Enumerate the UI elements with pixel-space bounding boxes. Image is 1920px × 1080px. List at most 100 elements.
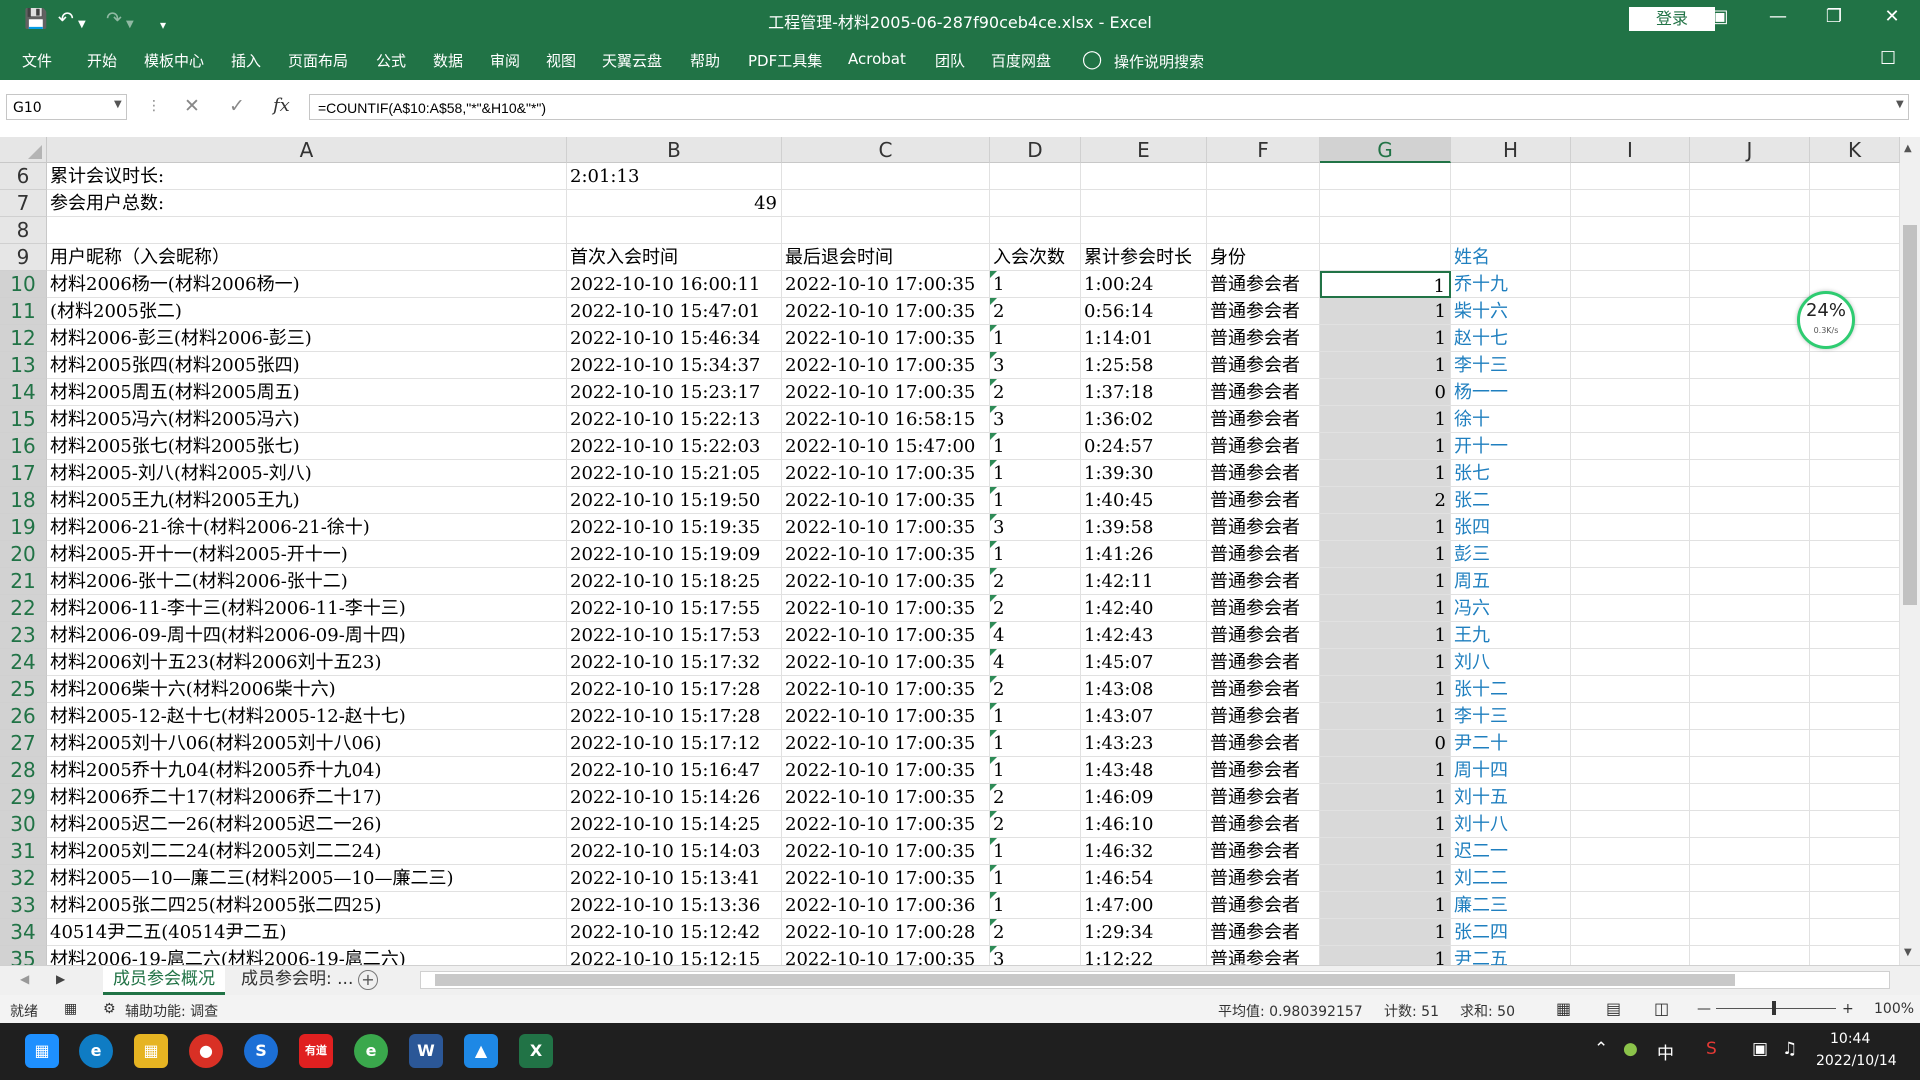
cancel-icon[interactable]: ✕ bbox=[184, 95, 200, 117]
cell-j[interactable] bbox=[1690, 460, 1810, 487]
cell-nickname[interactable]: 材料2005—10—廉二三(材料2005—10—廉二三) bbox=[47, 865, 567, 892]
tab-insert[interactable]: 插入 bbox=[231, 50, 261, 71]
cell-k[interactable] bbox=[1810, 541, 1900, 568]
cell-name[interactable]: 张二四 bbox=[1451, 919, 1571, 946]
active-cell-g10[interactable]: 1 bbox=[1320, 271, 1451, 298]
cell-duration[interactable]: 1:39:30 bbox=[1081, 460, 1207, 487]
cell-nickname[interactable]: 40514尹二五(40514尹二五) bbox=[47, 919, 567, 946]
cell-nickname[interactable]: 材料2005周五(材料2005周五) bbox=[47, 379, 567, 406]
cell-name[interactable]: 杨一一 bbox=[1451, 379, 1571, 406]
cell-k[interactable] bbox=[1810, 352, 1900, 379]
cell-role[interactable]: 普通参会者 bbox=[1207, 460, 1320, 487]
cell-role[interactable]: 普通参会者 bbox=[1207, 487, 1320, 514]
cell-role[interactable]: 普通参会者 bbox=[1207, 892, 1320, 919]
vertical-scrollbar[interactable]: ▲ ▼ bbox=[1900, 137, 1920, 965]
tab-formulas[interactable]: 公式 bbox=[376, 50, 406, 71]
row-header[interactable]: 18 bbox=[0, 487, 47, 514]
cell-duration[interactable]: 1:43:23 bbox=[1081, 730, 1207, 757]
tab-data[interactable]: 数据 bbox=[433, 50, 463, 71]
cell-i[interactable] bbox=[1571, 298, 1690, 325]
cell-duration[interactable]: 1:43:08 bbox=[1081, 676, 1207, 703]
tab-pdf-tools[interactable]: PDF工具集 bbox=[748, 50, 822, 71]
row-header[interactable]: 28 bbox=[0, 757, 47, 784]
cell-duration[interactable]: 1:41:26 bbox=[1081, 541, 1207, 568]
cell-nickname[interactable]: 材料2006-19-扈二六(材料2006-19-扈二六) bbox=[47, 946, 567, 965]
cell-countif[interactable]: 1 bbox=[1320, 919, 1451, 946]
cell-duration[interactable]: 1:42:11 bbox=[1081, 568, 1207, 595]
cell-e[interactable] bbox=[1081, 190, 1207, 217]
cell-name[interactable]: 赵十七 bbox=[1451, 325, 1571, 352]
insert-function-icon[interactable]: fx bbox=[273, 95, 290, 116]
column-header-i[interactable]: I bbox=[1571, 137, 1690, 163]
cell-last-leave[interactable]: 2022-10-10 17:00:28 bbox=[782, 919, 990, 946]
accessibility-status[interactable]: 辅助功能: 调查 bbox=[125, 1001, 218, 1021]
cell-i[interactable] bbox=[1571, 811, 1690, 838]
cell-countif[interactable]: 1 bbox=[1320, 676, 1451, 703]
cell-j[interactable] bbox=[1690, 190, 1810, 217]
cell-k[interactable] bbox=[1810, 622, 1900, 649]
cell-first-join[interactable]: 2022-10-10 15:13:41 bbox=[567, 865, 782, 892]
cell-first-join[interactable]: 2022-10-10 15:17:55 bbox=[567, 595, 782, 622]
cell-last-leave[interactable]: 2022-10-10 17:00:35 bbox=[782, 298, 990, 325]
cell-last-leave[interactable]: 2022-10-10 17:00:35 bbox=[782, 595, 990, 622]
cell-k[interactable] bbox=[1810, 676, 1900, 703]
normal-view-icon[interactable]: ▦ bbox=[1556, 999, 1571, 1018]
cell-last-leave[interactable]: 2022-10-10 17:00:35 bbox=[782, 946, 990, 965]
cell-k[interactable] bbox=[1810, 838, 1900, 865]
cell-duration[interactable]: 1:46:10 bbox=[1081, 811, 1207, 838]
cell-name[interactable]: 迟二一 bbox=[1451, 838, 1571, 865]
cell-duration[interactable]: 1:43:48 bbox=[1081, 757, 1207, 784]
cell-last-leave[interactable]: 2022-10-10 15:47:00 bbox=[782, 433, 990, 460]
cell-nickname[interactable]: 材料2006-彭三(材料2006-彭三) bbox=[47, 325, 567, 352]
cell-join-count[interactable]: 1 bbox=[990, 541, 1081, 568]
cell-join-count[interactable]: 1 bbox=[990, 487, 1081, 514]
cell-name[interactable]: 周十四 bbox=[1451, 757, 1571, 784]
clock-date[interactable]: 2022/10/14 bbox=[1816, 1053, 1897, 1069]
cell-join-count[interactable]: 1 bbox=[990, 865, 1081, 892]
cell-i[interactable] bbox=[1571, 352, 1690, 379]
row-header[interactable]: 31 bbox=[0, 838, 47, 865]
zoom-out-icon[interactable]: — bbox=[1697, 1001, 1711, 1017]
cell-nickname[interactable]: 材料2005王九(材料2005王九) bbox=[47, 487, 567, 514]
column-header-e[interactable]: E bbox=[1081, 137, 1207, 163]
cell-f[interactable] bbox=[1207, 163, 1320, 190]
cell-countif[interactable]: 1 bbox=[1320, 784, 1451, 811]
cell-f[interactable] bbox=[1207, 217, 1320, 244]
cell-join-count[interactable]: 4 bbox=[990, 649, 1081, 676]
cell-j[interactable] bbox=[1690, 217, 1810, 244]
cell-i[interactable] bbox=[1571, 460, 1690, 487]
cell-k[interactable] bbox=[1810, 433, 1900, 460]
tab-page-layout[interactable]: 页面布局 bbox=[288, 50, 348, 71]
cell-last-leave[interactable]: 2022-10-10 17:00:35 bbox=[782, 514, 990, 541]
cell-last-leave[interactable]: 2022-10-10 17:00:35 bbox=[782, 649, 990, 676]
tab-help[interactable]: 帮助 bbox=[690, 50, 720, 71]
cell-nickname[interactable]: 材料2006-09-周十四(材料2006-09-周十四) bbox=[47, 622, 567, 649]
row-header[interactable]: 21 bbox=[0, 568, 47, 595]
cell-first-join[interactable]: 2022-10-10 15:21:05 bbox=[567, 460, 782, 487]
cell-role[interactable]: 普通参会者 bbox=[1207, 271, 1320, 298]
cell-j[interactable] bbox=[1690, 595, 1810, 622]
cell-join-count[interactable]: 1 bbox=[990, 271, 1081, 298]
cell-nickname[interactable]: 材料2006杨一(材料2006杨一) bbox=[47, 271, 567, 298]
cell-i[interactable] bbox=[1571, 730, 1690, 757]
cell-i[interactable] bbox=[1571, 244, 1690, 271]
row-header[interactable]: 29 bbox=[0, 784, 47, 811]
cell-role[interactable]: 普通参会者 bbox=[1207, 595, 1320, 622]
row-header[interactable]: 35 bbox=[0, 946, 47, 965]
cell-nickname[interactable]: 材料2005冯六(材料2005冯六) bbox=[47, 406, 567, 433]
cell-j[interactable] bbox=[1690, 541, 1810, 568]
cell-i[interactable] bbox=[1571, 568, 1690, 595]
cell-nickname[interactable]: 材料2006刘十五23(材料2006刘十五23) bbox=[47, 649, 567, 676]
youdao-icon[interactable]: 有道 bbox=[299, 1034, 333, 1068]
header-f[interactable]: 身份 bbox=[1207, 244, 1320, 271]
row-header[interactable]: 25 bbox=[0, 676, 47, 703]
cell-nickname[interactable]: 材料2005张二四25(材料2005张二四25) bbox=[47, 892, 567, 919]
cell-j[interactable] bbox=[1690, 163, 1810, 190]
cell-k[interactable] bbox=[1810, 730, 1900, 757]
cell-join-count[interactable]: 3 bbox=[990, 946, 1081, 965]
cell-first-join[interactable]: 2022-10-10 15:19:09 bbox=[567, 541, 782, 568]
tab-file[interactable]: 文件 bbox=[22, 50, 52, 71]
cell-duration[interactable]: 1:42:40 bbox=[1081, 595, 1207, 622]
cell-join-count[interactable]: 2 bbox=[990, 595, 1081, 622]
cell-nickname[interactable]: 材料2005-12-赵十七(材料2005-12-赵十七) bbox=[47, 703, 567, 730]
